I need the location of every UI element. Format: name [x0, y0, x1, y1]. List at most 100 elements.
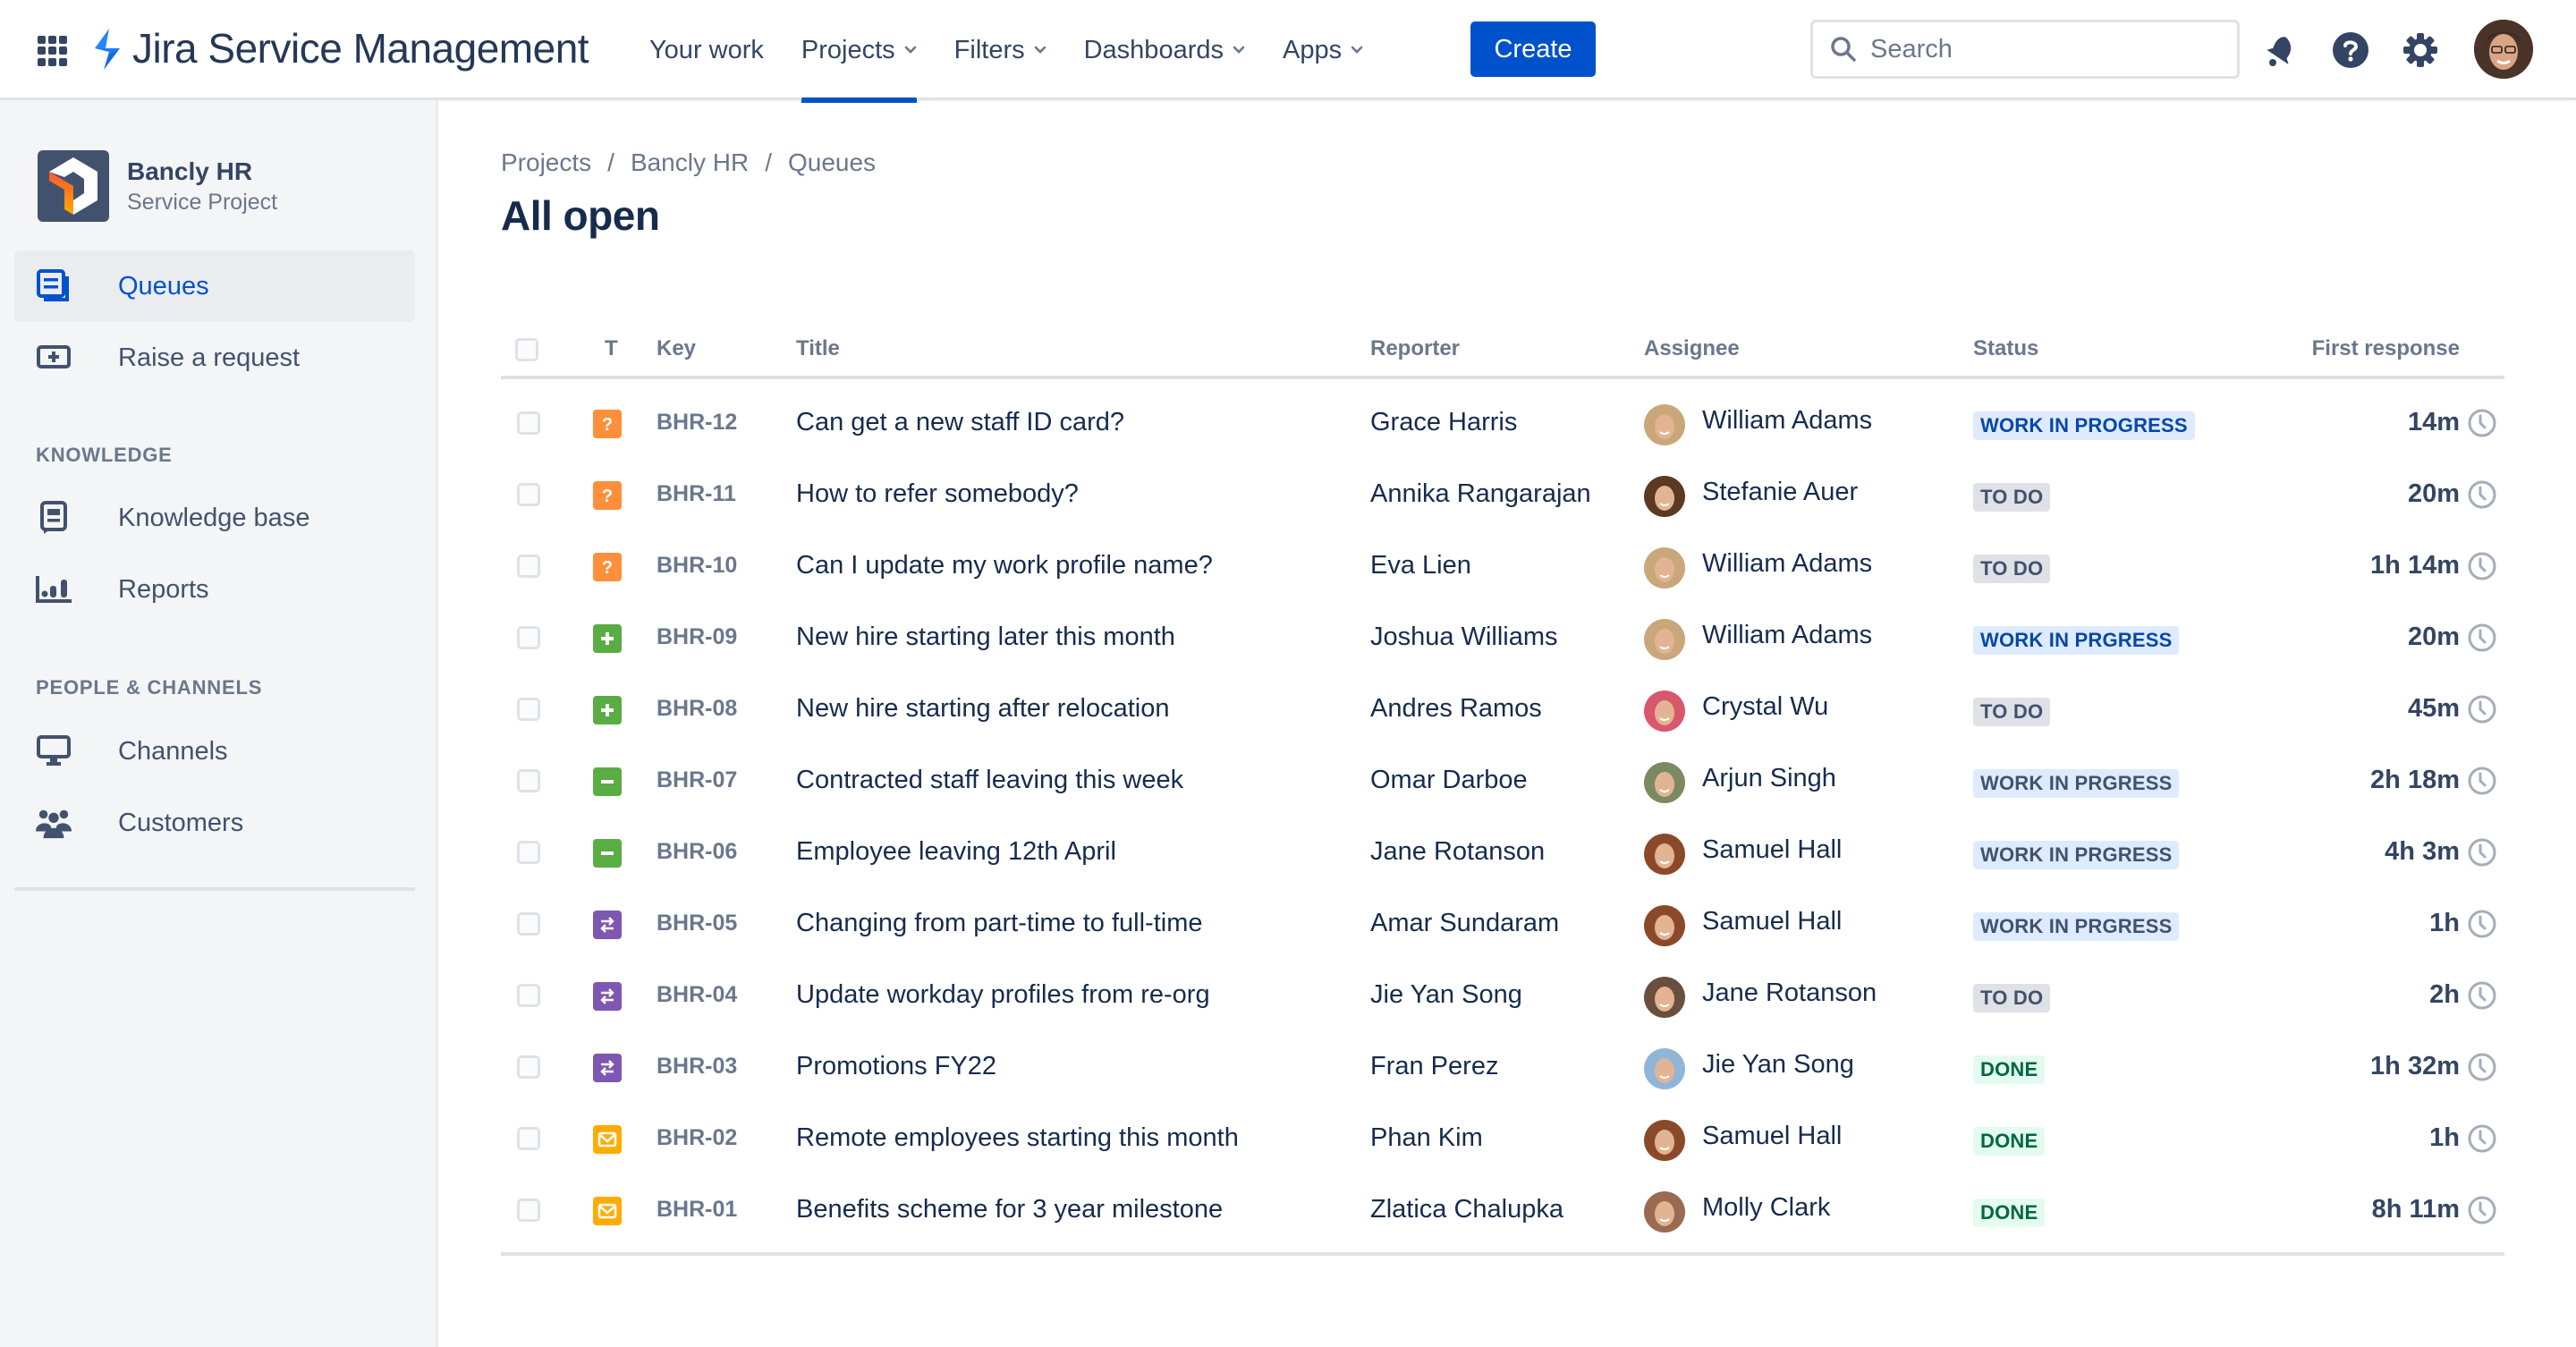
column-header-key[interactable]: Key [657, 336, 696, 361]
table-row[interactable]: BHR-05 Changing from part-time to full-ti… [501, 889, 2504, 961]
status-badge[interactable]: WORK IN PROGRESS [1973, 411, 2195, 440]
assignee-name[interactable]: Molly Clark [1702, 1193, 1830, 1223]
nav-apps[interactable]: Apps [1283, 0, 1363, 100]
assignee-name[interactable]: William Adams [1702, 621, 1872, 650]
column-header-type[interactable]: T [605, 336, 618, 361]
breadcrumb-queues[interactable]: Queues [788, 148, 876, 177]
app-switcher-icon[interactable] [38, 36, 68, 66]
row-checkbox[interactable] [517, 841, 540, 864]
column-header-status[interactable]: Status [1973, 336, 2038, 361]
table-row[interactable]: BHR-02 Remote employees starting this mon… [501, 1104, 2504, 1175]
issue-key[interactable]: BHR-08 [657, 696, 737, 722]
row-checkbox[interactable] [517, 626, 540, 649]
status-badge[interactable]: TO DO [1973, 555, 2051, 583]
column-header-reporter[interactable]: Reporter [1370, 336, 1460, 361]
create-button[interactable]: Create [1470, 21, 1596, 77]
status-badge[interactable]: DONE [1973, 1055, 2046, 1084]
sidebar-item-raise-request[interactable]: Raise a request [14, 322, 415, 394]
notifications-icon[interactable] [2259, 30, 2299, 70]
assignee-name[interactable]: Crystal Wu [1702, 692, 1828, 722]
issue-title[interactable]: Contracted staff leaving this week [796, 766, 1183, 795]
row-checkbox[interactable] [517, 984, 540, 1007]
assignee-name[interactable]: Samuel Hall [1702, 907, 1842, 936]
nav-filters[interactable]: Filters [954, 0, 1046, 100]
assignee-name[interactable]: Jie Yan Song [1702, 1050, 1854, 1080]
select-all-checkbox[interactable] [515, 338, 538, 361]
issue-title[interactable]: Promotions FY22 [796, 1052, 996, 1081]
assignee-name[interactable]: William Adams [1702, 406, 1872, 436]
issue-title[interactable]: Employee leaving 12th April [796, 837, 1116, 867]
status-badge[interactable]: DONE [1973, 1127, 2046, 1156]
issue-key[interactable]: BHR-07 [657, 767, 737, 793]
assignee-name[interactable]: Stefanie Auer [1702, 478, 1858, 507]
issue-key[interactable]: BHR-11 [657, 481, 736, 507]
status-badge[interactable]: WORK IN PRGRESS [1973, 841, 2180, 869]
issue-key[interactable]: BHR-06 [657, 839, 737, 865]
row-checkbox[interactable] [517, 411, 540, 435]
sidebar-item-queues[interactable]: Queues [14, 250, 415, 322]
column-header-title[interactable]: Title [796, 336, 840, 361]
table-row[interactable]: BHR-09 New hire starting later this month… [501, 603, 2504, 674]
help-icon[interactable] [2331, 30, 2370, 70]
assignee-name[interactable]: Samuel Hall [1702, 1122, 1842, 1151]
issue-key[interactable]: BHR-03 [657, 1054, 737, 1080]
issue-title[interactable]: Remote employees starting this month [796, 1123, 1239, 1153]
sidebar-item-customers[interactable]: Customers [14, 787, 415, 859]
table-row[interactable]: BHR-04 Update workday profiles from re-or… [501, 961, 2504, 1032]
column-header-first-response[interactable]: First response [2312, 336, 2460, 361]
status-badge[interactable]: TO DO [1973, 984, 2051, 1012]
breadcrumb-project[interactable]: Bancly HR [631, 148, 749, 177]
issue-key[interactable]: BHR-10 [657, 553, 737, 579]
issue-key[interactable]: BHR-01 [657, 1197, 737, 1223]
search-box[interactable] [1810, 20, 2240, 79]
assignee-name[interactable]: William Adams [1702, 549, 1872, 579]
table-row[interactable]: BHR-06 Employee leaving 12th April Jane Ro… [501, 818, 2504, 889]
project-avatar[interactable] [38, 150, 109, 222]
issue-title[interactable]: Benefits scheme for 3 year milestone [796, 1195, 1223, 1224]
issue-key[interactable]: BHR-05 [657, 911, 737, 936]
row-checkbox[interactable] [517, 698, 540, 721]
status-badge[interactable]: WORK IN PRGRESS [1973, 769, 2180, 798]
table-row[interactable]: ? BHR-10 Can I update my work profile name… [501, 531, 2504, 603]
table-row[interactable]: ? BHR-11 How to refer somebody? Annika Rang… [501, 460, 2504, 531]
issue-title[interactable]: New hire starting after relocation [796, 694, 1169, 724]
assignee-name[interactable]: Arjun Singh [1702, 764, 1836, 793]
row-checkbox[interactable] [517, 912, 540, 936]
table-row[interactable]: ? BHR-12 Can get a new staff ID card? Grace… [501, 388, 2504, 460]
nav-dashboards[interactable]: Dashboards [1084, 0, 1245, 100]
row-checkbox[interactable] [517, 483, 540, 506]
status-badge[interactable]: WORK IN PRGRESS [1973, 912, 2180, 941]
nav-your-work[interactable]: Your work [649, 0, 764, 100]
sidebar-item-knowledge-base[interactable]: Knowledge base [14, 482, 415, 554]
assignee-name[interactable]: Jane Rotanson [1702, 978, 1877, 1008]
issue-title[interactable]: Update workday profiles from re-org [796, 980, 1210, 1010]
sidebar-item-channels[interactable]: Channels [14, 716, 415, 787]
issue-title[interactable]: New hire starting later this month [796, 623, 1175, 652]
table-row[interactable]: BHR-01 Benefits scheme for 3 year milesto… [501, 1175, 2504, 1247]
issue-title[interactable]: Can get a new staff ID card? [796, 408, 1124, 437]
issue-key[interactable]: BHR-04 [657, 982, 737, 1008]
status-badge[interactable]: TO DO [1973, 698, 2051, 726]
table-row[interactable]: BHR-07 Contracted staff leaving this week… [501, 746, 2504, 818]
profile-avatar[interactable] [2474, 20, 2533, 79]
issue-key[interactable]: BHR-09 [657, 624, 737, 650]
search-input[interactable] [1870, 34, 2210, 64]
row-checkbox[interactable] [517, 1055, 540, 1079]
row-checkbox[interactable] [517, 1127, 540, 1150]
status-badge[interactable]: WORK IN PRGRESS [1973, 626, 2180, 655]
status-badge[interactable]: DONE [1973, 1199, 2046, 1227]
issue-title[interactable]: Can I update my work profile name? [796, 551, 1213, 580]
settings-icon[interactable] [2401, 30, 2440, 70]
table-row[interactable]: BHR-03 Promotions FY22 Fran Perez Jie Yan S… [501, 1032, 2504, 1104]
assignee-name[interactable]: Samuel Hall [1702, 835, 1842, 865]
row-checkbox[interactable] [517, 1199, 540, 1222]
row-checkbox[interactable] [517, 555, 540, 578]
row-checkbox[interactable] [517, 769, 540, 792]
issue-title[interactable]: Changing from part-time to full-time [796, 909, 1203, 938]
product-name[interactable]: Jira Service Management [132, 23, 589, 73]
breadcrumb-projects[interactable]: Projects [501, 148, 591, 177]
issue-key[interactable]: BHR-12 [657, 410, 737, 436]
sidebar-item-reports[interactable]: Reports [14, 554, 415, 625]
status-badge[interactable]: TO DO [1973, 483, 2051, 512]
issue-key[interactable]: BHR-02 [657, 1125, 737, 1151]
